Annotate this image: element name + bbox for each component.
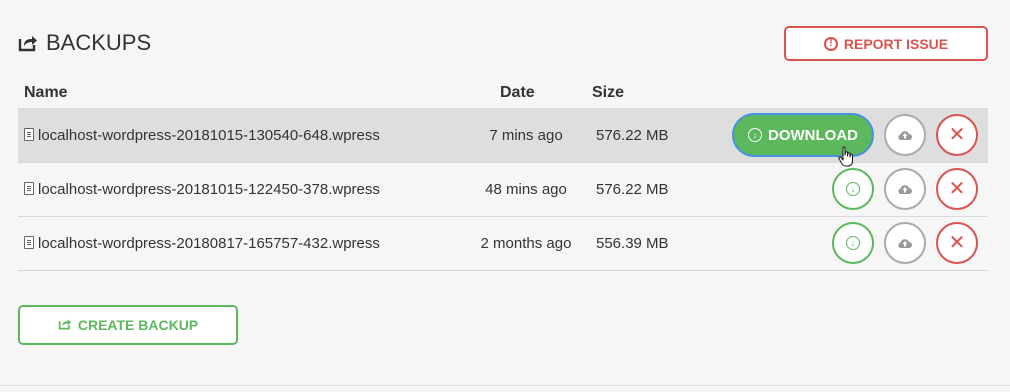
backup-date: 2 months ago [480, 234, 572, 252]
delete-button[interactable]: ✕ [936, 222, 978, 264]
table-row: localhost-wordpress-20180817-165757-432.… [18, 216, 988, 270]
file-icon [24, 235, 34, 249]
delete-button[interactable]: ✕ [936, 114, 978, 156]
column-header-name: Name [24, 84, 68, 102]
create-backup-button[interactable]: CREATE BACKUP [18, 305, 238, 345]
backup-size: 556.39 MB [596, 234, 669, 252]
close-icon: ✕ [948, 124, 966, 146]
delete-button[interactable]: ✕ [936, 168, 978, 210]
cloud-icon [898, 185, 912, 194]
table-header-row: Name Date Size [18, 79, 988, 108]
page-title: BACKUPS [18, 30, 151, 56]
restore-button[interactable] [884, 168, 926, 210]
export-icon [58, 317, 72, 333]
table-row: localhost-wordpress-20181015-122450-378.… [18, 162, 988, 216]
backup-name: localhost-wordpress-20181015-122450-378.… [38, 180, 380, 198]
column-header-size: Size [592, 84, 625, 102]
download-icon: ↓ [748, 128, 762, 142]
report-issue-label: REPORT ISSUE [843, 35, 949, 52]
exclamation-circle-icon: ! [823, 36, 838, 51]
download-icon: ↓ [846, 236, 860, 250]
backup-name: localhost-wordpress-20181015-130540-648.… [38, 126, 380, 144]
backup-date: 7 mins ago [489, 126, 563, 144]
download-icon: ↓ [846, 182, 860, 196]
download-button[interactable]: ↓ [832, 222, 874, 264]
backup-name-cell: localhost-wordpress-20181015-122450-378.… [18, 162, 464, 216]
column-header-actions [706, 79, 988, 108]
create-backup-label: CREATE BACKUP [77, 317, 199, 333]
close-icon: ✕ [948, 178, 966, 200]
backup-actions-cell: ↓ ✕ [706, 162, 988, 216]
export-icon [18, 34, 38, 52]
backups-panel: BACKUPS ! REPORT ISSUE Name Date Size lo… [0, 0, 1010, 392]
cloud-icon [898, 131, 912, 140]
backup-date: 48 mins ago [485, 180, 567, 198]
page-title-label: BACKUPS [46, 30, 152, 55]
backup-actions: ↓ ✕ [832, 222, 978, 264]
report-issue-button[interactable]: ! REPORT ISSUE [784, 26, 988, 61]
backup-size: 576.22 MB [596, 126, 669, 144]
backup-actions: ↓ ✕ [832, 168, 978, 210]
backup-name-cell: localhost-wordpress-20180817-165757-432.… [18, 216, 464, 270]
download-button[interactable]: ↓ [832, 168, 874, 210]
file-icon [24, 127, 34, 141]
backup-name-cell: localhost-wordpress-20181015-130540-648.… [18, 108, 464, 162]
backups-table: Name Date Size localhost-wordpress-20181… [18, 79, 988, 271]
restore-button[interactable] [884, 222, 926, 264]
file-icon [24, 181, 34, 195]
divider [0, 385, 1010, 386]
restore-button[interactable] [884, 114, 926, 156]
download-label: DOWNLOAD [768, 126, 858, 144]
hand-pointer-icon [838, 146, 854, 167]
backup-size: 576.22 MB [596, 180, 669, 198]
column-header-date: Date [500, 84, 535, 102]
backup-name: localhost-wordpress-20180817-165757-432.… [38, 234, 380, 252]
close-icon: ✕ [948, 232, 966, 254]
cloud-icon [898, 239, 912, 248]
backup-actions-cell: ↓ ✕ [706, 216, 988, 270]
